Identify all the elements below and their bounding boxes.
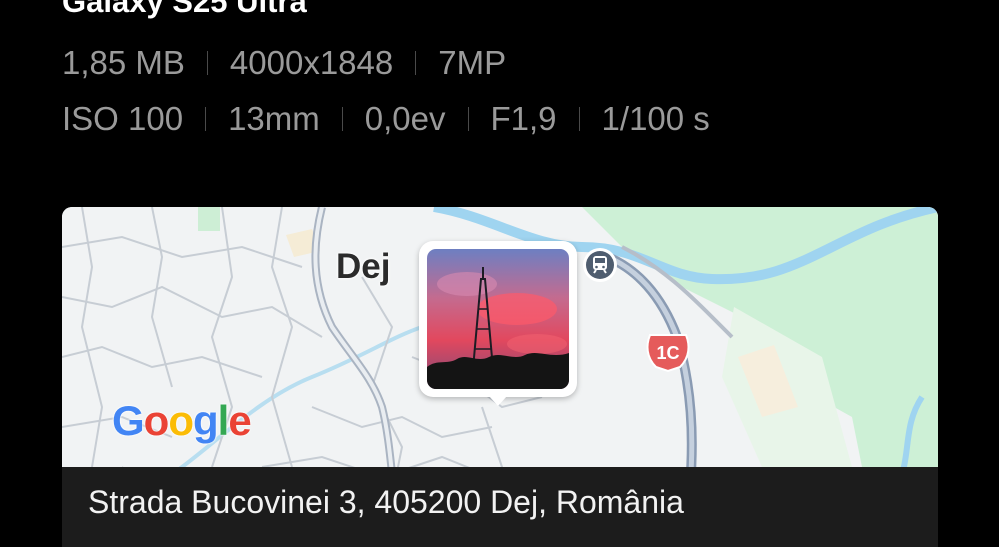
route-shield-1c: 1C [644, 331, 692, 373]
photo-thumbnail[interactable] [427, 249, 569, 389]
divider [206, 51, 208, 75]
photo-location-pin[interactable] [419, 241, 577, 406]
device-model-title: Galaxy S25 Ultra [62, 0, 307, 19]
google-letter: G [112, 397, 145, 444]
focal-length: 13mm [228, 100, 320, 137]
shutter-speed: 1/100 s [601, 100, 710, 137]
divider [415, 51, 417, 75]
route-shield-label: 1C [656, 343, 679, 363]
image-resolution: 4000x1848 [229, 44, 394, 81]
divider [205, 107, 207, 131]
iso-value: ISO 100 [62, 100, 184, 137]
google-letter: e [228, 397, 251, 444]
aperture-value: F1,9 [490, 100, 557, 137]
google-letter: o [143, 397, 170, 444]
exposure-info-row: ISO 100 13mm 0,0ev F1,9 1/100 s [62, 100, 710, 138]
city-label: Dej [336, 247, 391, 286]
file-size: 1,85 MB [62, 44, 185, 81]
divider [341, 107, 343, 131]
divider [578, 107, 580, 131]
megapixels: 7MP [438, 44, 507, 81]
train-station-icon[interactable] [582, 247, 618, 283]
address-text: Strada Bucovinei 3, 405200 Dej, România [88, 484, 684, 520]
google-letter: l [217, 397, 230, 444]
file-info-row: 1,85 MB 4000x1848 7MP [62, 44, 506, 82]
divider [467, 107, 469, 131]
google-attribution: Google [112, 397, 252, 445]
google-letter: g [192, 397, 219, 444]
google-letter: o [168, 397, 194, 444]
exposure-value: 0,0ev [364, 100, 446, 137]
address-bar[interactable]: Strada Bucovinei 3, 405200 Dej, România [62, 467, 938, 547]
